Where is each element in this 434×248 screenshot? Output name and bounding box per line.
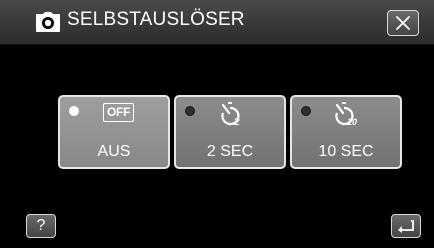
off-icon: OFF	[60, 102, 168, 126]
option-2-sec[interactable]: 2 2 SEC	[174, 95, 286, 169]
camera-icon	[36, 12, 60, 32]
option-label: 10 SEC	[318, 143, 374, 160]
self-timer-10-icon: 10	[292, 102, 400, 127]
timer-subscript: 10	[347, 117, 357, 127]
option-10-sec[interactable]: 10 10 SEC	[290, 95, 402, 169]
help-button[interactable]: ?	[26, 214, 56, 238]
header-bar: SELBSTAUSLÖSER	[0, 0, 434, 45]
page-title: SELBSTAUSLÖSER	[67, 9, 245, 30]
close-button[interactable]	[387, 10, 419, 36]
self-timer-2-icon: 2	[176, 102, 284, 128]
self-timer-screen: SELBSTAUSLÖSER OFF AUS 2 2 SEC 10 10 SEC…	[0, 0, 434, 248]
off-badge: OFF	[103, 103, 135, 122]
timer-subscript: 2	[233, 117, 240, 128]
back-button[interactable]	[391, 214, 421, 238]
option-label: 2 SEC	[206, 143, 254, 160]
option-label: AUS	[97, 143, 131, 160]
option-off[interactable]: OFF AUS	[58, 95, 170, 169]
